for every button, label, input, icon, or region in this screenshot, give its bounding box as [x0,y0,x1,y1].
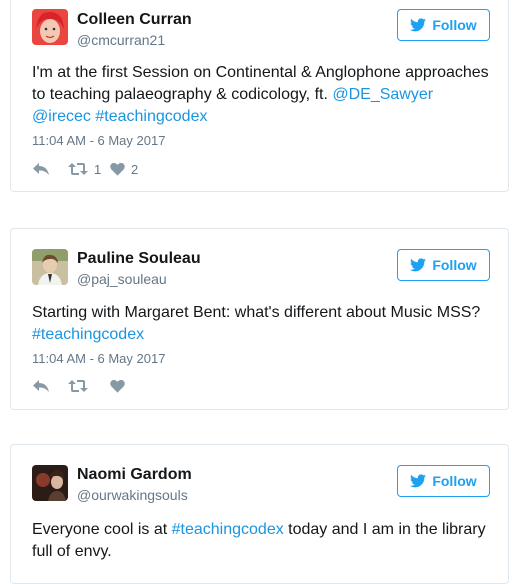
reply-button[interactable] [32,162,68,176]
heart-icon [110,379,125,393]
mention-link[interactable]: @irecec [32,108,91,125]
hashtag-link[interactable]: #teachingcodex [172,521,284,538]
follow-label: Follow [432,473,477,489]
retweet-icon [68,163,88,175]
follow-button[interactable]: Follow [397,9,490,41]
like-button[interactable]: 2 [110,162,138,177]
author-name[interactable]: Pauline Souleau [77,250,201,268]
follow-label: Follow [432,17,477,33]
avatar[interactable] [32,465,68,501]
tweet-text-line: full of envy. [32,543,112,560]
tweet-text-line: to teaching palaeography & codicology, f… [32,86,333,103]
author-name[interactable]: Naomi Gardom [77,466,192,484]
retweet-icon [68,380,88,392]
tweet-text-line: Starting with Margaret Bent: what's diff… [32,304,481,321]
reply-icon [33,163,49,175]
follow-button[interactable]: Follow [397,465,490,497]
tweet-text: Everyone cool is at #teachingcodex today… [32,519,502,563]
reply-icon [33,380,49,392]
hashtag-link[interactable]: #teachingcodex [95,108,207,125]
author-handle[interactable]: @cmcurran21 [77,32,165,48]
like-button[interactable] [110,379,125,393]
tweet-text: Starting with Margaret Bent: what's diff… [32,302,502,346]
avatar[interactable] [32,9,68,45]
retweet-button[interactable] [68,379,110,393]
tweet-timestamp[interactable]: 11:04 AM - 6 May 2017 [32,351,165,366]
tweet-card: Pauline Souleau @paj_souleau Follow Star… [10,228,509,410]
tweet-text-line: today and I am in the library [283,521,486,538]
tweet-actions [32,376,125,396]
author-name[interactable]: Colleen Curran [77,11,192,29]
tweet-card: Naomi Gardom @ourwakingsouls Follow Ever… [10,444,509,584]
retweet-count: 1 [94,161,102,177]
avatar[interactable] [32,249,68,285]
follow-button[interactable]: Follow [397,249,490,281]
mention-link[interactable]: @DE_Sawyer [332,86,433,103]
twitter-bird-icon [410,18,427,32]
retweet-button[interactable]: 1 [68,162,110,177]
twitter-bird-icon [410,474,427,488]
tweet-text-line: Everyone cool is at [32,521,172,538]
tweet-card: Colleen Curran @cmcurran21 Follow I'm at… [10,0,509,192]
tweet-timestamp[interactable]: 11:04 AM - 6 May 2017 [32,133,165,148]
follow-label: Follow [432,257,477,273]
tweet-text: I'm at the first Session on Continental … [32,62,502,128]
hashtag-link[interactable]: #teachingcodex [32,326,144,343]
like-count: 2 [131,161,139,177]
heart-icon [110,162,125,176]
reply-button[interactable] [32,379,68,393]
author-handle[interactable]: @ourwakingsouls [77,487,188,503]
tweet-actions: 1 2 [32,159,138,179]
twitter-bird-icon [410,258,427,272]
tweet-text-line: I'm at the first Session on Continental … [32,64,489,81]
author-handle[interactable]: @paj_souleau [77,271,167,287]
